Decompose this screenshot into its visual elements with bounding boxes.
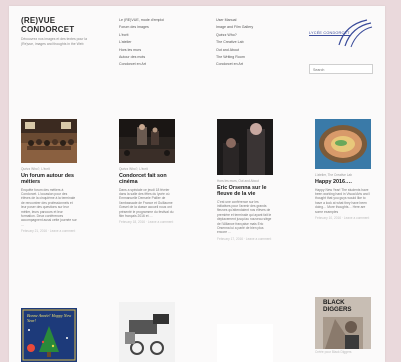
post-category[interactable]: Quézz Who?, L'écrit [21, 167, 77, 171]
menu-item-image-film-gallery[interactable]: Image and Film Gallery [216, 24, 253, 31]
post-card [217, 324, 273, 362]
post-category[interactable]: Hors les murs, Out and About [217, 179, 273, 183]
menu-item-quezz-who[interactable]: Quézz Who? [216, 32, 253, 39]
post-date[interactable]: February 10, 2016 · Leave a comment [315, 216, 371, 220]
post-excerpt: Enquête forum des métiers à Condorcet. L… [21, 187, 77, 227]
menu-item-atelier[interactable]: L'atelier [119, 39, 164, 46]
post-card: Hors les murs, Out and About Eric Orsenn… [217, 119, 273, 241]
post-thumbnail[interactable]: BLACK DIGGERS [315, 297, 371, 349]
menu-item-hors-les-murs[interactable]: Hors les murs [119, 47, 164, 54]
post-title[interactable]: Happy 2016…. [315, 179, 371, 185]
post-title[interactable]: Un forum autour des métiers [21, 173, 77, 185]
menu-item-out-and-about[interactable]: Out and About [216, 47, 253, 54]
menu-item-ecrit[interactable]: L'écrit [119, 32, 164, 39]
post-thumbnail[interactable]: Bonne Année! Happy New Year! [21, 308, 77, 362]
menu-item-autour-des-mots[interactable]: Autour des mots [119, 54, 164, 61]
post-card: Quézz Who?, L'écrit Un forum autour des … [21, 119, 77, 233]
post-thumbnail[interactable] [217, 119, 273, 175]
post-excerpt: C'est une conférence sur les initiatives… [217, 199, 272, 235]
poster-title: BLACK DIGGERS [323, 299, 352, 313]
menu-item-condorcet-en-art-2[interactable]: Condorcet en Art [216, 61, 253, 68]
menu-item-user-manual[interactable]: User Manual [216, 17, 253, 24]
menu-item-condorcet-en-art[interactable]: Condorcet en Art [119, 61, 164, 68]
post-excerpt: Happy New Year! The students have been w… [315, 187, 371, 214]
post-caption: Créée pour Black Diggers [315, 350, 352, 354]
post-title[interactable]: Condorcet fait son cinéma [119, 173, 175, 185]
post-card: Bonne Année! Happy New Year! [21, 308, 77, 362]
post-category[interactable]: Quézz Who?, L'écrit [119, 167, 175, 171]
post-category[interactable]: L'atelier, The Creative Lab [315, 173, 371, 177]
post-card: L'atelier, The Creative Lab Happy 2016….… [315, 119, 371, 220]
post-thumbnail[interactable] [315, 119, 371, 169]
post-date[interactable]: February 17, 2016 · Leave a comment [217, 237, 273, 241]
site-title[interactable]: (RE)VUE CONDORCET [21, 16, 89, 34]
site-description: Découvrez nos images et des textes pour … [21, 37, 87, 46]
post-date[interactable]: February 18, 2016 · Leave a comment [119, 220, 175, 224]
logo-text: LYCÉE CONDORCET [309, 31, 350, 36]
menu-item-forum-images[interactable]: Forum des images [119, 24, 164, 31]
post-card: Quézz Who?, L'écrit Condorcet fait son c… [119, 119, 175, 224]
search-input[interactable] [309, 64, 373, 74]
menu-item-creative-lab[interactable]: The Creative Lab [216, 39, 253, 46]
menu-item-writing-room[interactable]: The Writing Room [216, 54, 253, 61]
page: (RE)VUE CONDORCET Découvrez nos images e… [9, 6, 385, 362]
post-title[interactable]: Eric Orsenna sur le fleuve de la vie [217, 185, 273, 197]
post-date[interactable]: February 21, 2016 · Leave a comment [21, 229, 77, 233]
post-thumbnail[interactable] [119, 119, 175, 163]
school-logo[interactable]: LYCÉE CONDORCET [309, 17, 373, 49]
post-thumbnail[interactable] [119, 302, 175, 362]
post-excerpt: Dans a spéciale ce jeudi 18 février dans… [119, 187, 174, 218]
card-greeting: Bonne Année! Happy New Year! [27, 313, 72, 323]
post-thumbnail[interactable] [21, 119, 77, 163]
secondary-menu: User Manual Image and Film Gallery Quézz… [216, 17, 253, 69]
post-card: BLACK DIGGERS Créée pour Black Diggers [315, 297, 371, 354]
primary-menu: Le (RE)VUE, mode d'emploi Forum des imag… [119, 17, 164, 69]
menu-item-mode-emploi[interactable]: Le (RE)VUE, mode d'emploi [119, 17, 164, 24]
post-thumbnail[interactable] [217, 324, 273, 362]
post-card [119, 302, 175, 362]
